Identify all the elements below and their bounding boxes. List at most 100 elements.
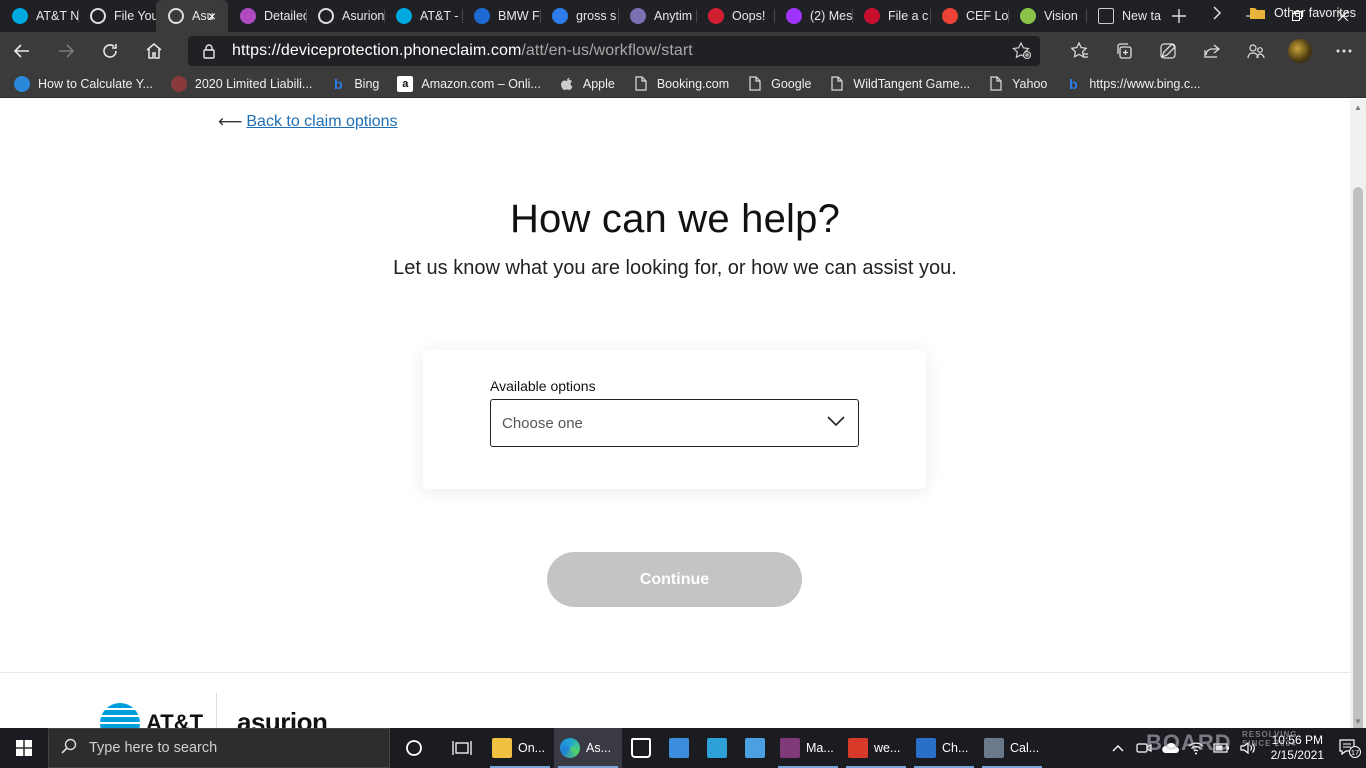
taskbar-app-label: Ch... xyxy=(942,741,969,755)
close-tab-icon[interactable]: × xyxy=(204,8,220,24)
browser-tab[interactable]: CEF Loa xyxy=(930,0,1008,32)
scroll-down-icon[interactable]: ▼ xyxy=(1354,717,1362,726)
notification-center-button[interactable]: 17 xyxy=(1334,738,1366,758)
task-view-button[interactable] xyxy=(438,728,486,768)
taskbar-app-check-app[interactable]: Ch... xyxy=(910,728,978,768)
browser-tab[interactable]: Anytim xyxy=(618,0,696,32)
favorite-item[interactable]: b https://www.bing.c... xyxy=(1065,76,1200,92)
tab-title: File a c xyxy=(888,9,929,23)
scrollbar-thumb[interactable] xyxy=(1353,187,1363,735)
mail-icon xyxy=(669,738,689,758)
taskbar-app-mail[interactable] xyxy=(660,728,698,768)
page-scrollbar[interactable]: ▲ ▼ xyxy=(1350,99,1366,735)
bmw-logo-icon xyxy=(474,8,490,24)
favorite-item[interactable]: Apple xyxy=(559,76,615,92)
favorite-item[interactable]: How to Calculate Y... xyxy=(14,75,153,92)
collections-button[interactable] xyxy=(1102,32,1146,70)
taskbar-search-box[interactable]: Type here to search xyxy=(48,728,390,768)
favorite-item[interactable]: 2020 Limited Liabili... xyxy=(170,75,312,92)
collections-icon xyxy=(1117,43,1132,59)
arrow-left-icon xyxy=(13,44,29,58)
shield-logo-icon xyxy=(864,8,880,24)
favorites-button[interactable] xyxy=(1058,32,1102,70)
home-button[interactable] xyxy=(132,32,176,70)
tab-title: Vision xyxy=(1044,9,1078,23)
tab-title: gross s xyxy=(576,9,617,23)
browser-tab[interactable]: Detailed xyxy=(228,0,306,32)
favorite-item[interactable]: Booking.com xyxy=(633,76,729,92)
browser-tab[interactable]: Asurion xyxy=(306,0,384,32)
family-button[interactable] xyxy=(1234,32,1278,70)
taskbar-apps: On... As... Ma... we... Ch... Cal... xyxy=(486,728,1046,768)
oops-logo-icon xyxy=(708,8,724,24)
gmail-m-icon xyxy=(942,8,958,24)
navigation-bar: https://deviceprotection.phoneclaim.com/… xyxy=(0,32,1366,70)
browser-tab[interactable]: Oops! xyxy=(696,0,774,32)
favorite-item[interactable]: b Bing xyxy=(330,76,379,92)
browser-tab[interactable]: AT&T - xyxy=(384,0,462,32)
page-subtitle: Let us know what you are looking for, or… xyxy=(393,257,957,279)
favorite-label: https://www.bing.c... xyxy=(1089,76,1201,91)
tab-title: Oops! xyxy=(732,9,766,23)
asurion-q-icon xyxy=(168,8,184,24)
browser-tab[interactable]: File You xyxy=(78,0,156,32)
taskbar-app-network-app[interactable] xyxy=(698,728,736,768)
scroll-up-icon[interactable]: ▲ xyxy=(1354,103,1362,112)
cortana-button[interactable] xyxy=(390,728,438,768)
browser-tab[interactable]: AT&T N xyxy=(0,0,78,32)
favorites-overflow-chevron-icon[interactable] xyxy=(1212,6,1222,25)
share-button[interactable] xyxy=(1190,32,1234,70)
taskbar-app-file-explorer[interactable]: On... xyxy=(486,728,554,768)
extension-button[interactable] xyxy=(1146,32,1190,70)
onenote-icon xyxy=(780,738,800,758)
favorite-label: How to Calculate Y... xyxy=(38,76,153,91)
profile-button[interactable] xyxy=(1278,32,1322,70)
windows-logo-icon xyxy=(16,740,32,756)
browser-tab[interactable]: gross s xyxy=(540,0,618,32)
favorite-item[interactable]: Google xyxy=(747,76,811,92)
asurion-q-icon xyxy=(318,8,334,24)
footer-divider xyxy=(216,693,217,728)
refresh-icon xyxy=(103,44,117,58)
other-favorites[interactable]: Other favorites xyxy=(1249,6,1356,20)
favorite-item[interactable]: WildTangent Game... xyxy=(829,76,970,92)
browser-tab[interactable]: BMW F xyxy=(462,0,540,32)
favorite-item[interactable]: Yahoo xyxy=(988,76,1047,92)
taskbar-app-edge-browser[interactable]: As... xyxy=(554,728,622,768)
extension-icon xyxy=(1160,43,1176,59)
favorite-label: WildTangent Game... xyxy=(853,76,971,91)
address-bar[interactable]: https://deviceprotection.phoneclaim.com/… xyxy=(188,36,1040,66)
taskbar-app-onenote[interactable]: Ma... xyxy=(774,728,842,768)
tab-title: New ta xyxy=(1122,9,1161,23)
favorite-item[interactable]: a Amazon.com – Onli... xyxy=(397,75,541,92)
url-text[interactable]: https://deviceprotection.phoneclaim.com/… xyxy=(232,42,693,60)
windows-taskbar: Type here to search On... As... Ma... we...… xyxy=(0,728,1366,768)
taskbar-app-control-panel[interactable] xyxy=(736,728,774,768)
available-options-select[interactable]: Choose one xyxy=(490,399,859,447)
browser-tab[interactable]: File a c xyxy=(852,0,930,32)
start-button[interactable] xyxy=(0,728,48,768)
browser-tab[interactable]: (2) Mes xyxy=(774,0,852,32)
asurion-logo: asurion xyxy=(237,707,328,728)
add-favorite-icon[interactable] xyxy=(1012,41,1032,65)
back-button[interactable] xyxy=(0,32,44,70)
continue-button[interactable]: Continue xyxy=(547,552,802,607)
taskbar-app-store-bag[interactable] xyxy=(622,728,660,768)
taskbar-app-pdf-doc[interactable]: we... xyxy=(842,728,910,768)
refresh-button[interactable] xyxy=(88,32,132,70)
file-explorer-icon xyxy=(492,738,512,758)
browser-tab[interactable]: Vision xyxy=(1008,0,1086,32)
settings-menu-button[interactable] xyxy=(1322,32,1366,70)
browser-tab[interactable]: New ta xyxy=(1086,0,1164,32)
att-wordmark: AT&T xyxy=(146,710,204,728)
new-tab-button[interactable] xyxy=(1164,0,1194,32)
browser-tab[interactable]: Asu × xyxy=(156,0,228,32)
tab-title: CEF Loa xyxy=(966,9,1008,23)
lock-icon[interactable] xyxy=(200,43,218,59)
cortana-circle-icon xyxy=(406,740,422,756)
forward-button[interactable] xyxy=(44,32,88,70)
back-to-claim-options-link[interactable]: ⟵ Back to claim options xyxy=(218,112,398,132)
taskbar-app-calculator[interactable]: Cal... xyxy=(978,728,1046,768)
bing-b-icon: b xyxy=(1069,75,1078,92)
network-app-icon xyxy=(707,738,727,758)
